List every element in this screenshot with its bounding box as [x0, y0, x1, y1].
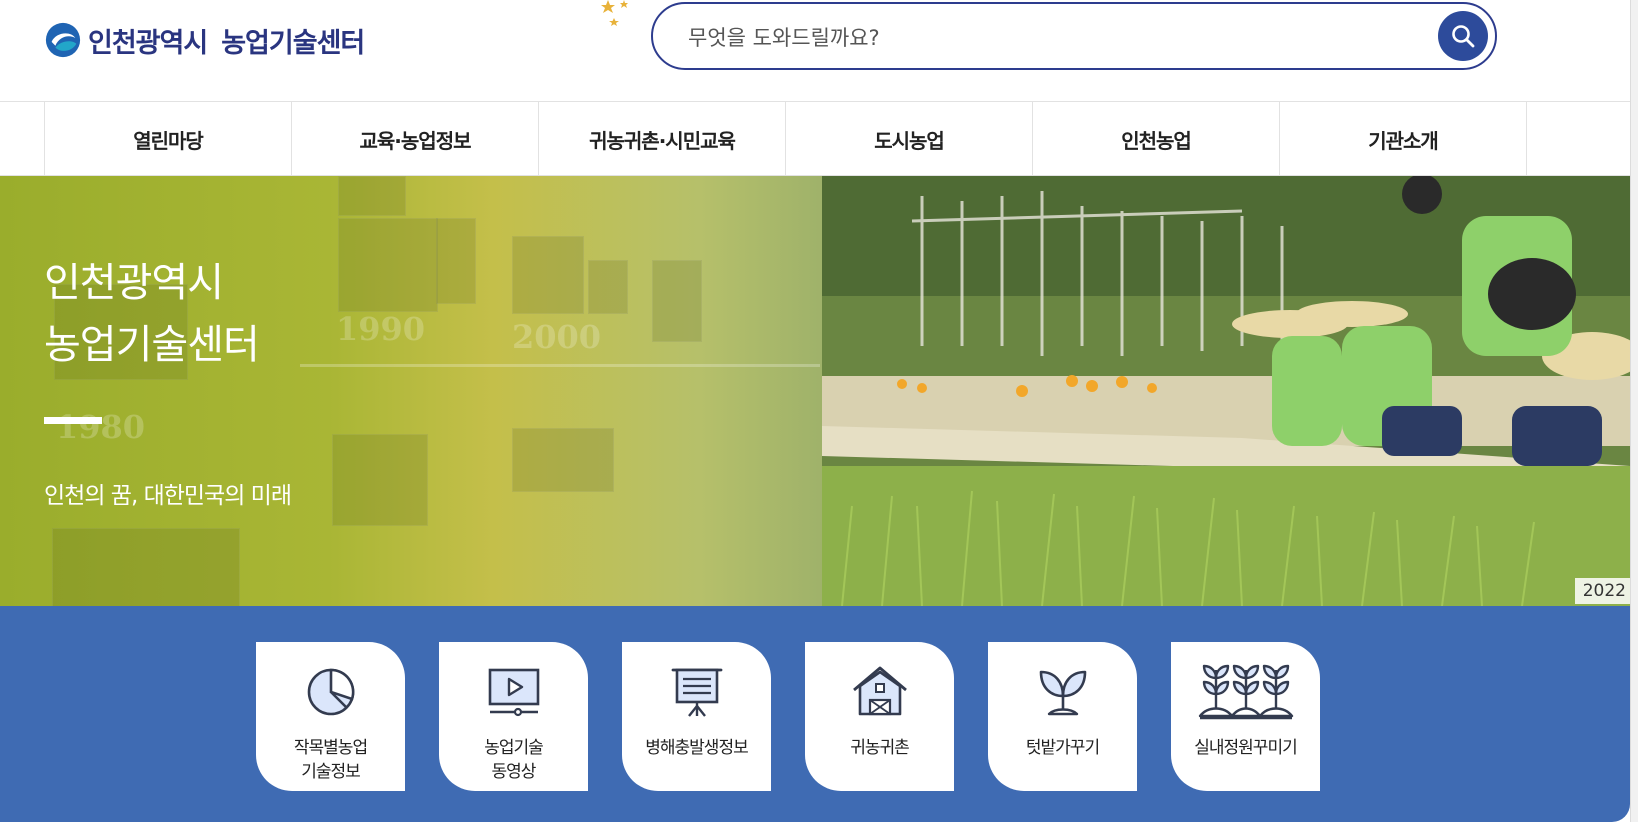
main-navigation: 열린마당 교육·농업정보 귀농귀촌·시민교육 도시농업 인천농업 기관소개	[0, 101, 1638, 176]
nav-item-urban-agriculture[interactable]: 도시농업	[786, 102, 1033, 176]
page-scrollbar[interactable]	[1630, 0, 1638, 822]
history-year-1980: 1980	[56, 408, 146, 446]
hero-subtitle: 인천의 꿈, 대한민국의 미래	[44, 483, 292, 509]
history-year-1990: 1990	[336, 310, 426, 348]
hero-divider	[44, 417, 102, 424]
sprout-icon	[1039, 670, 1086, 716]
plants-row-icon	[1198, 664, 1293, 720]
logo-city-name: 인천광역시	[88, 27, 208, 59]
nav-item-return-farming[interactable]: 귀농귀촌·시민교육	[539, 102, 786, 176]
quick-menu: 작목별농업 기술정보 농업기술 동영상 병해충발생정보 귀농귀촌 텃밭가꾸기 실…	[0, 606, 1630, 822]
farmhouse-icon	[852, 666, 907, 716]
quick-menu-label: 농업기술 동영상	[484, 738, 544, 782]
nav-item-education-info[interactable]: 교육·농업정보	[292, 102, 539, 176]
site-header: 인천광역시 농업기술센터	[0, 0, 1638, 101]
pie-chart-icon	[307, 668, 354, 716]
presentation-board-icon	[671, 668, 722, 717]
quick-menu-garden[interactable]: 텃밭가꾸기	[988, 642, 1137, 791]
quick-menu-label: 귀농귀촌	[850, 738, 910, 758]
search-icon	[1452, 25, 1475, 48]
quick-menu-label: 텃밭가꾸기	[1025, 738, 1100, 758]
quick-menu-label: 작목별농업 기술정보	[293, 738, 368, 782]
quick-menu-pest-info[interactable]: 병해충발생정보	[622, 642, 771, 791]
quick-menu-agri-videos[interactable]: 농업기술 동영상	[439, 642, 588, 791]
nav-item-about[interactable]: 기관소개	[1280, 102, 1527, 176]
quick-menu-return-farming[interactable]: 귀농귀촌	[805, 642, 954, 791]
video-play-icon	[488, 668, 539, 717]
search-button[interactable]	[1438, 11, 1488, 61]
decorative-stars-icon	[601, 0, 628, 26]
search-input[interactable]	[686, 20, 1410, 56]
incheon-logo-icon	[45, 22, 81, 58]
nav-item-incheon-agriculture[interactable]: 인천농업	[1033, 102, 1280, 176]
quick-menu-label: 실내정원꾸미기	[1194, 738, 1297, 758]
logo-org-name: 농업기술센터	[221, 27, 365, 59]
quick-menu-indoor-garden[interactable]: 실내정원꾸미기	[1171, 642, 1320, 791]
quick-menu-crop-tech-info[interactable]: 작목별농업 기술정보	[256, 642, 405, 791]
hero-year-badge: 2022	[1574, 578, 1630, 604]
site-logo[interactable]: 인천광역시 농업기술센터	[44, 18, 365, 62]
quick-menu-label: 병해충발생정보	[645, 738, 748, 758]
search-bar	[651, 2, 1497, 70]
nav-item-open-forum[interactable]: 열린마당	[45, 102, 292, 176]
history-year-2000: 2000	[512, 318, 602, 356]
hero-history-wall-image: 1990 2000 1980	[0, 176, 822, 606]
hero-banner: 1990 2000 1980 인천광역시 농업기술센터 인천의 꿈, 대한민국의…	[0, 176, 1630, 606]
hero-title: 인천광역시 농업기술센터	[44, 260, 260, 368]
hero-children-farming-photo	[822, 176, 1630, 606]
